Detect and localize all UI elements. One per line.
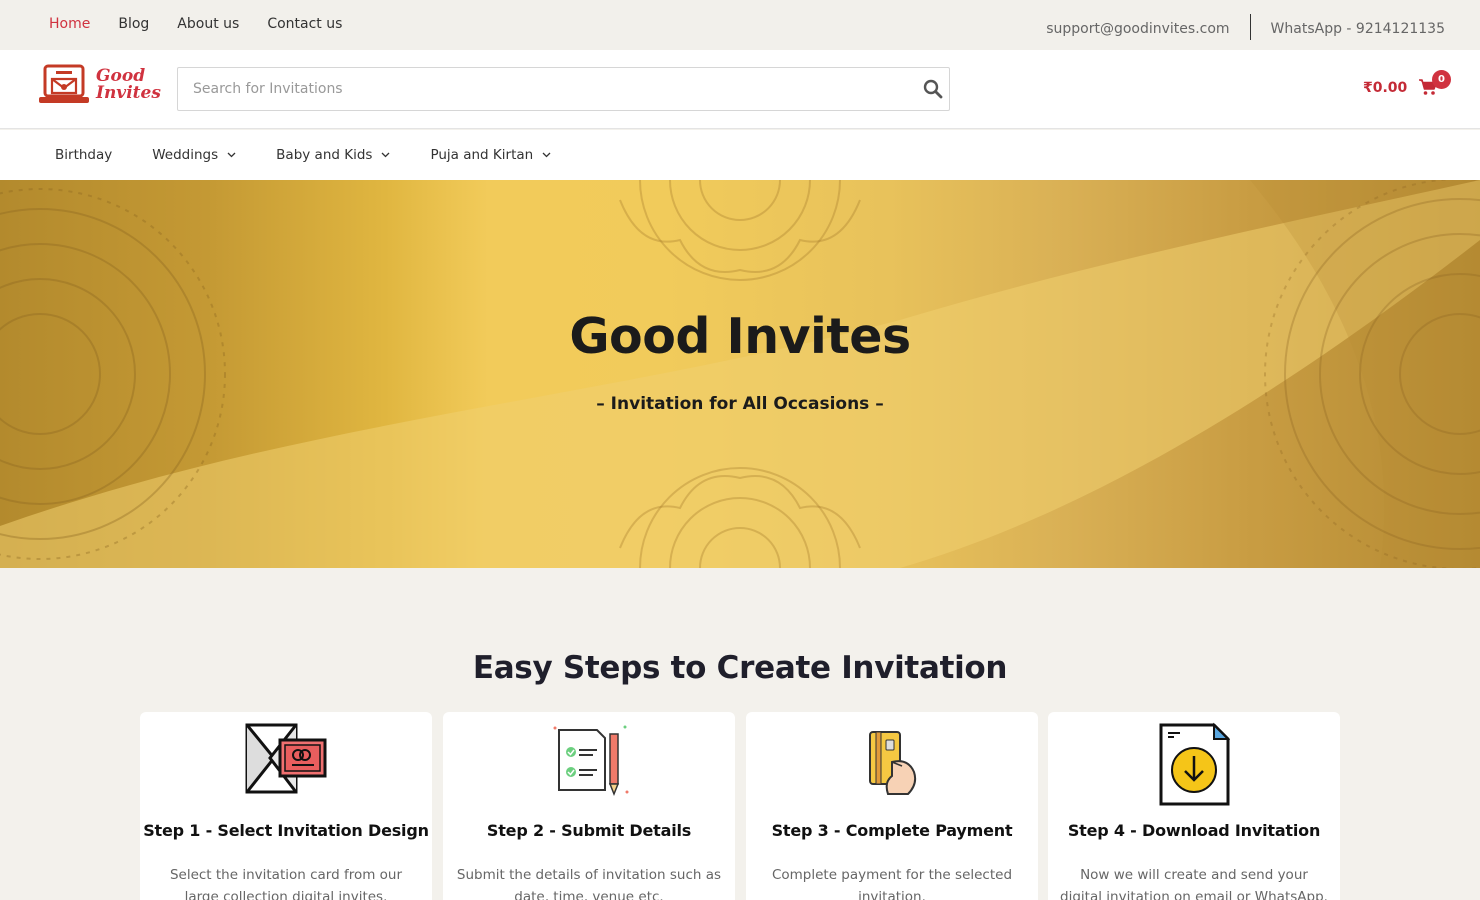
step-1-title: Step 1 - Select Invitation Design: [143, 821, 429, 840]
cart-total[interactable]: ₹0.00: [1363, 80, 1407, 96]
search-box: [177, 67, 950, 111]
chevron-down-icon: [381, 152, 390, 158]
contact-divider: [1249, 14, 1251, 40]
card-payment-icon: [869, 731, 917, 795]
hero-subtitle: – Invitation for All Occasions –: [596, 394, 884, 414]
nav-baby-kids-label: Baby and Kids: [276, 147, 373, 163]
envelope-invitation-icon: [245, 723, 327, 794]
top-nav-blog[interactable]: Blog: [118, 16, 149, 32]
step-1-text: Select the invitation card from our larg…: [169, 867, 403, 900]
nav-baby-kids[interactable]: Baby and Kids: [276, 147, 390, 163]
nav-birthday-label: Birthday: [55, 147, 113, 163]
mandala-background: [0, 180, 1480, 568]
steps-heading: Easy Steps to Create Invitation: [472, 650, 1008, 686]
step-card-1: Step 1 - Select Invitation Design Select…: [140, 712, 432, 900]
hero-banner: Good Invites – Invitation for All Occasi…: [0, 180, 1480, 568]
logo-text: Good Invites: [96, 68, 161, 102]
top-nav-contact[interactable]: Contact us: [267, 16, 342, 32]
step-card-2: Step 2 - Submit Details Submit the detai…: [443, 712, 735, 900]
hero-title: Good Invites: [569, 308, 911, 365]
step-card-4: Step 4 - Download Invitation Now we will…: [1048, 712, 1340, 900]
nav-weddings-label: Weddings: [152, 147, 219, 163]
search-input[interactable]: [178, 68, 898, 110]
contact-info: support@goodinvites.com WhatsApp - 92141…: [1046, 14, 1445, 42]
step-card-3: Step 3 - Complete Payment Complete payme…: [746, 712, 1038, 900]
nav-puja-kirtan[interactable]: Puja and Kirtan: [430, 147, 551, 163]
chevron-down-icon: [542, 152, 551, 158]
support-email[interactable]: support@goodinvites.com: [1046, 21, 1229, 37]
top-bar: Home Blog About us Contact us support@go…: [0, 0, 1480, 50]
nav-birthday[interactable]: Birthday: [55, 147, 112, 163]
step-2-text: Submit the details of invitation such as…: [456, 867, 722, 900]
cart-count-badge: 0: [1432, 70, 1451, 89]
top-nav: Home Blog About us Contact us: [49, 16, 342, 32]
top-nav-home[interactable]: Home: [49, 16, 90, 32]
step-2-title: Step 2 - Submit Details: [486, 821, 692, 840]
laptop-envelope-icon: [39, 64, 89, 103]
download-file-icon: [1159, 722, 1230, 806]
category-nav: Birthday Weddings Baby and Kids Puja and…: [0, 130, 1480, 180]
site-header: Good Invites ₹0.00 0: [0, 50, 1480, 129]
nav-weddings[interactable]: Weddings: [152, 147, 236, 163]
step-3-text: Complete payment for the selected invita…: [771, 867, 1013, 900]
chevron-down-icon: [227, 152, 236, 158]
logo-line-2: Invites: [96, 83, 161, 103]
step-4-title: Step 4 - Download Invitation: [1067, 821, 1321, 840]
step-4-text: Now we will create and send your digital…: [1060, 867, 1328, 900]
step-3-title: Step 3 - Complete Payment: [771, 821, 1013, 840]
whatsapp-number[interactable]: WhatsApp - 9214121135: [1271, 21, 1445, 37]
search-icon[interactable]: [923, 79, 943, 99]
site-logo[interactable]: Good Invites: [38, 63, 161, 107]
checklist-pencil-icon: [553, 725, 629, 797]
top-nav-about[interactable]: About us: [177, 16, 239, 32]
nav-puja-kirtan-label: Puja and Kirtan: [430, 147, 534, 163]
